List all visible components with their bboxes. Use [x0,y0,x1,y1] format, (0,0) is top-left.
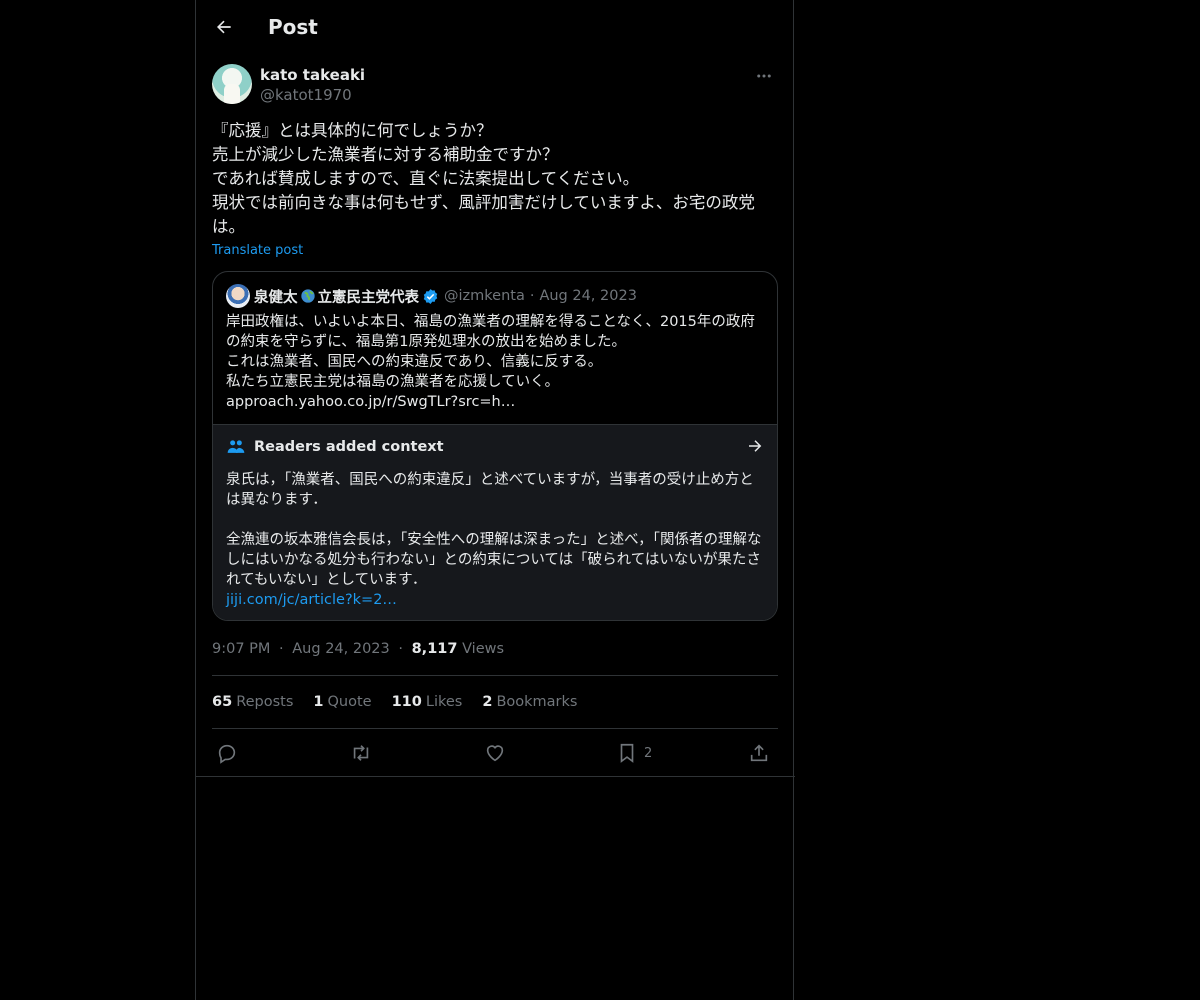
quotes-stat[interactable]: 1 Quote [313,692,371,712]
meta-separator: · [279,641,284,657]
action-bar: 2 [212,740,778,766]
reposts-label: Reposts [236,694,294,710]
post-time[interactable]: 9:07 PM [212,641,270,657]
context-title: Readers added context [254,439,444,455]
likes-stat[interactable]: 110 Likes [392,692,463,712]
heart-icon [486,745,504,762]
reposts-stat[interactable]: 65 Reposts [212,692,293,712]
bookmarks-label: Bookmarks [496,694,578,710]
post-column: Post kato takeaki @katot1970 『応援』とは具体的に何… [195,0,795,1000]
more-icon [757,74,771,78]
likes-count: 110 [391,694,422,710]
quoted-post[interactable]: 泉健太 立憲民主党代表 @izmkenta · Aug 24, 2023 岸田政… [212,271,778,621]
arrow-left-icon [217,20,231,34]
readers-added-context[interactable]: Readers added context 泉氏は，「漁業者、国民への約束違反」… [213,424,777,620]
globe-icon [300,289,315,303]
post-text: 『応援』とは具体的に何でしょうか？ 売上が減少した漁業者に対する補助金ですか？ … [212,121,755,236]
context-header: Readers added context [226,436,764,458]
author-handle[interactable]: @katot1970 [260,85,352,105]
views-label: Views [462,641,505,657]
context-text: 泉氏は，「漁業者、国民への約束違反」と述べていますが，当事者の受け止め方とは異な… [226,472,762,588]
post-date[interactable]: Aug 24, 2023 [292,641,390,657]
bookmarks-count: 2 [482,694,493,710]
divider [196,776,795,777]
like-button[interactable] [484,740,506,766]
quoted-name-part1: 泉健太 [254,289,298,306]
quoted-post-text: 岸田政権は、いよいよ本日、福島の漁業者の理解を得ることなく、2015年の政府の約… [226,314,755,410]
meta-separator: · [398,641,403,657]
back-button[interactable] [210,13,238,41]
author-display-name[interactable]: kato takeaki [260,65,365,85]
quoted-post-header: 泉健太 立憲民主党代表 @izmkenta · Aug 24, 2023 [226,284,766,308]
post-meta: 9:07 PM · Aug 24, 2023 · 8,117 Views [212,639,504,659]
engagement-stats: 65 Reposts 1 Quote 110 Likes 2 Bookmarks [212,692,577,712]
likes-label: Likes [425,694,463,710]
divider [212,728,778,729]
repost-icon [353,745,369,761]
reposts-count: 65 [212,694,233,710]
avatar[interactable] [212,64,252,104]
author-row: kato takeaki @katot1970 [212,64,778,108]
divider [212,675,778,676]
page-title: Post [268,15,318,39]
share-button[interactable] [748,740,770,766]
verified-badge-icon [423,288,438,304]
bookmarks-stat[interactable]: 2 Bookmarks [482,692,577,712]
quoted-separator: · [529,288,535,304]
reply-button[interactable] [216,740,238,766]
repost-button[interactable] [350,740,372,766]
share-icon [750,744,768,762]
quotes-label: Quote [327,694,372,710]
context-source-link[interactable]: jiji.com/jc/article?k=2… [226,590,397,610]
quotes-count: 1 [313,694,324,710]
quoted-avatar [226,284,250,308]
bookmark-button[interactable]: 2 [616,740,652,766]
people-icon [227,440,245,453]
quoted-handle: @izmkenta [444,288,525,304]
bookmark-icon [620,743,634,763]
quoted-name-part2: 立憲民主党代表 [317,289,420,306]
more-options-button[interactable] [750,64,778,88]
views-count: 8,117 [411,641,458,657]
page-header: Post [196,0,795,54]
arrow-right-icon[interactable] [746,437,764,455]
reply-icon [218,744,236,764]
translate-post-link[interactable]: Translate post [212,242,303,260]
bookmark-count: 2 [644,745,653,761]
quoted-date: Aug 24, 2023 [539,288,637,304]
